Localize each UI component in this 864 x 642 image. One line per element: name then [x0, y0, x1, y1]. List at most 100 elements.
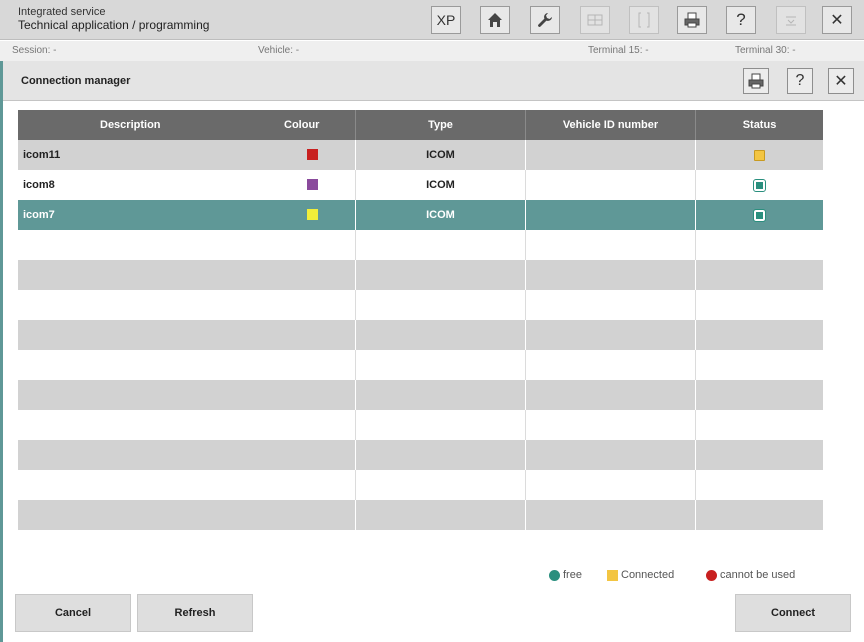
status-header-label: Status [742, 119, 777, 131]
description-cell: icom8 [18, 170, 356, 200]
device-name: icom8 [23, 179, 55, 191]
colour-swatch [307, 149, 318, 160]
empty-cell [696, 440, 823, 470]
table-row-empty [18, 230, 823, 260]
free-legend-label: free [563, 569, 582, 581]
legend-free: free [549, 569, 582, 581]
status-cell [696, 140, 823, 170]
dialog-print-button[interactable] [743, 68, 769, 94]
vin-cell [526, 200, 696, 230]
empty-cell [696, 350, 823, 380]
column-header-vin[interactable]: Vehicle ID number [526, 110, 696, 140]
empty-cell [18, 380, 356, 410]
empty-cell [526, 350, 696, 380]
status-cell [696, 200, 823, 230]
minimize-button[interactable] [776, 6, 806, 34]
minimize-icon [786, 16, 796, 26]
description-header-label: Description [100, 119, 161, 131]
table-header: Description Colour Type Vehicle ID numbe… [18, 110, 823, 140]
empty-cell [18, 410, 356, 440]
empty-cell [696, 410, 823, 440]
legend-cannot-use: cannot be used [706, 569, 795, 581]
empty-cell [356, 380, 526, 410]
terminal30-info: Terminal 30: - [735, 45, 796, 56]
home-button[interactable] [480, 6, 510, 34]
empty-cell [18, 350, 356, 380]
empty-cell [526, 410, 696, 440]
cancel-button[interactable]: Cancel [15, 594, 131, 632]
table-row-empty [18, 260, 823, 290]
type-cell: ICOM [356, 170, 526, 200]
device-name: icom7 [23, 209, 55, 221]
status-free-icon [753, 178, 766, 192]
column-header-status[interactable]: Status [696, 110, 823, 140]
title-bar: Integrated service Technical application… [0, 0, 864, 40]
grid-button[interactable] [580, 6, 610, 34]
empty-cell [356, 500, 526, 530]
empty-cell [696, 260, 823, 290]
connected-legend-icon [607, 569, 618, 581]
service-functions-button[interactable] [530, 6, 560, 34]
table-row-empty [18, 350, 823, 380]
session-info: Session: - [12, 45, 57, 56]
bracket-button[interactable] [629, 6, 659, 34]
dialog-close-button[interactable]: ✕ [828, 68, 854, 94]
xp-label: XP [436, 12, 456, 28]
description-cell: icom7 [18, 200, 356, 230]
description-cell: icom11 [18, 140, 356, 170]
colour-swatch [307, 179, 318, 190]
home-icon [488, 13, 502, 27]
vehicle-info: Vehicle: - [258, 45, 300, 56]
vin-cell [526, 140, 696, 170]
terminal15-info: Terminal 15: - [588, 45, 649, 56]
help-button[interactable]: ? [726, 6, 756, 34]
empty-cell [356, 260, 526, 290]
print-icon [684, 12, 700, 28]
type-cell: ICOM [356, 140, 526, 170]
empty-cell [526, 230, 696, 260]
help-icon: ? [795, 72, 805, 89]
empty-cell [696, 470, 823, 500]
grid-icon [587, 14, 603, 26]
refresh-button[interactable]: Refresh [137, 594, 253, 632]
status-free-icon [753, 208, 766, 222]
print-icon [748, 73, 764, 89]
empty-cell [526, 500, 696, 530]
connect-button[interactable]: Connect [735, 594, 851, 632]
connection-manager-dialog: Connection manager ? ✕ Description Colou… [0, 61, 864, 642]
device-type: ICOM [426, 149, 455, 161]
empty-cell [526, 380, 696, 410]
dialog-title: Connection manager [21, 75, 131, 87]
table-row-empty [18, 380, 823, 410]
column-header-description[interactable]: Description Colour [18, 110, 356, 140]
table-row-empty [18, 440, 823, 470]
empty-cell [696, 500, 823, 530]
print-button[interactable] [677, 6, 707, 34]
app-title: Integrated service Technical application… [18, 6, 209, 32]
connected-legend-label: Connected [621, 569, 675, 581]
status-info-line: Session: - Vehicle: - Terminal 15: - Ter… [0, 41, 864, 61]
close-app-button[interactable]: ✕ [822, 6, 852, 34]
close-icon: ✕ [830, 12, 844, 29]
empty-cell [356, 230, 526, 260]
status-connected-icon [754, 149, 765, 161]
empty-cell [526, 260, 696, 290]
close-icon: ✕ [834, 73, 848, 90]
empty-cell [18, 440, 356, 470]
empty-cell [526, 320, 696, 350]
table-row-icom7[interactable]: icom7 ICOM [18, 200, 823, 230]
empty-cell [696, 290, 823, 320]
empty-cell [18, 470, 356, 500]
empty-cell [526, 440, 696, 470]
legend-connected: Connected [607, 569, 674, 581]
cannot-use-legend-label: cannot be used [720, 569, 796, 581]
colour-swatch [307, 209, 318, 220]
table-row-icom11[interactable]: icom11 ICOM [18, 140, 823, 170]
colour-header-label: Colour [284, 119, 320, 131]
empty-cell [356, 440, 526, 470]
xp-button[interactable]: XP [431, 6, 461, 34]
free-legend-icon [549, 569, 560, 581]
column-header-type[interactable]: Type [356, 110, 526, 140]
dialog-help-button[interactable]: ? [787, 68, 813, 94]
table-row-icom8[interactable]: icom8 ICOM [18, 170, 823, 200]
